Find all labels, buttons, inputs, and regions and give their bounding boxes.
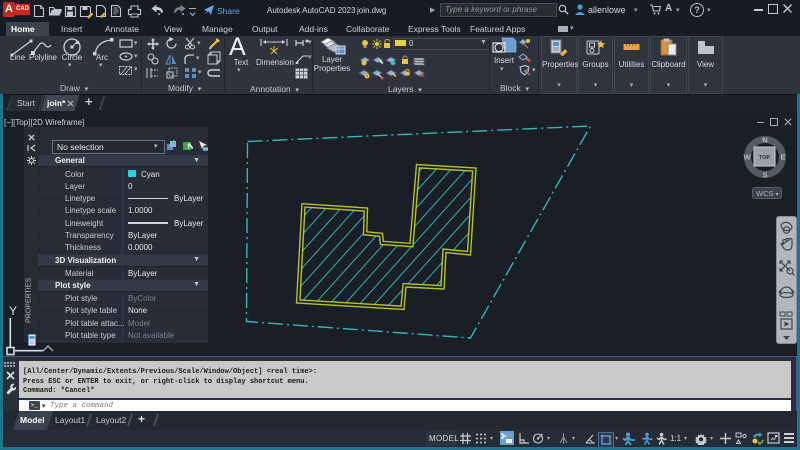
svg-text:TOP: TOP <box>759 155 771 161</box>
svg-text:E: E <box>780 153 785 162</box>
svg-text:W: W <box>743 153 751 162</box>
svg-text:N: N <box>762 136 767 145</box>
svg-text:S: S <box>762 171 767 180</box>
svg-text:Y: Y <box>9 304 17 318</box>
